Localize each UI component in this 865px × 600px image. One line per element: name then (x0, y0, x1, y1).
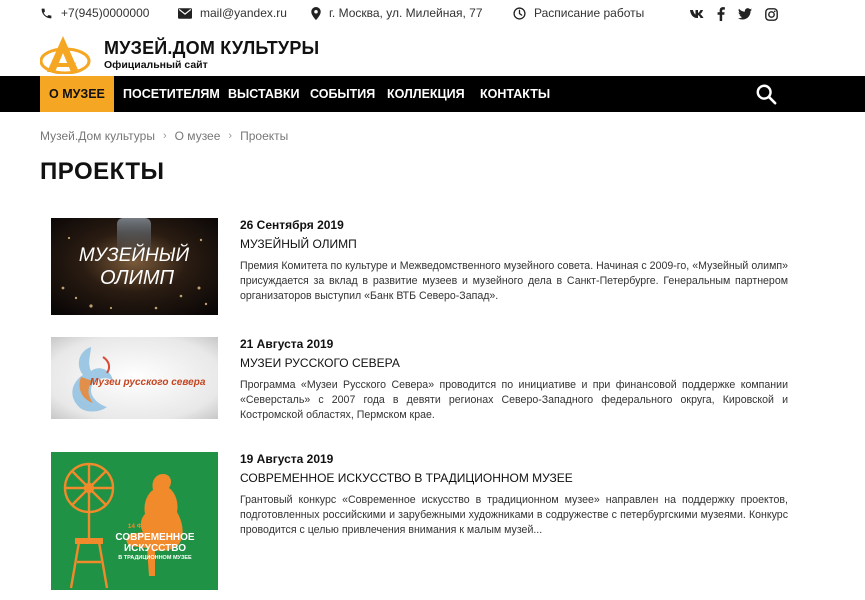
project-title[interactable]: Музеи Русского Севера (240, 356, 400, 370)
project-card: Музеи русского севера 21 Августа 2019 Му… (51, 337, 791, 437)
search-icon[interactable] (755, 83, 777, 105)
project-description: Грантовый конкурс «Современное искусство… (240, 494, 788, 536)
project-description: Премия Комитета по культуре и Межведомст… (240, 260, 788, 302)
address-text: г. Москва, ул. Милейная, 77 (329, 6, 483, 20)
project-title[interactable]: Современное искусство в традиционном муз… (240, 471, 573, 485)
project-image-northern-museums[interactable]: Музеи русского севера (51, 337, 218, 434)
project-title[interactable]: Музейный олимп (240, 237, 357, 251)
project-date: 21 Августа 2019 (240, 337, 334, 351)
email-text: mail@yandex.ru (200, 6, 287, 20)
site-subtitle: Официальный сайт (104, 59, 208, 71)
image-caption: 14 ФЕСТИВАЛЬ (128, 523, 179, 530)
project-image-museum-olympus[interactable]: МУЗЕЙНЫЙ ОЛИМП (51, 218, 218, 315)
logo-icon[interactable] (40, 34, 98, 74)
facebook-icon[interactable] (713, 6, 729, 22)
breadcrumb-about[interactable]: О музее (175, 129, 221, 143)
project-date: 26 Сентября 2019 (240, 218, 344, 232)
phone-text: +7(945)0000000 (61, 6, 150, 20)
contact-bar: +7(945)0000000 mail@yandex.ru г. Москва,… (0, 0, 865, 28)
project-card: МУЗЕЙНЫЙ ОЛИМП 26 Сентября 2019 Музейный… (51, 218, 791, 318)
nav-item-visitors[interactable]: Посетителям (123, 76, 220, 112)
twitter-icon[interactable] (737, 6, 753, 22)
envelope-icon (178, 7, 192, 19)
nav-item-collection[interactable]: Коллекция (387, 76, 465, 112)
image-caption: СОВРЕМЕННОЕ (115, 532, 195, 543)
page-title: ПРОЕКТЫ (40, 158, 165, 185)
image-caption: ИСКУССТВО (124, 543, 186, 554)
image-caption: ОЛИМП (100, 267, 175, 289)
project-description: Программа «Музеи Русского Севера» провод… (240, 379, 788, 421)
nav-item-events[interactable]: События (310, 76, 375, 112)
project-card: 14 ФЕСТИВАЛЬ СОВРЕМЕННОЕ ИСКУССТВО В ТРА… (51, 452, 791, 592)
chevron-right-icon: › (228, 130, 233, 142)
email-contact[interactable]: mail@yandex.ru (178, 6, 287, 20)
chevron-right-icon: › (162, 130, 167, 142)
project-image-contemporary-art[interactable]: 14 ФЕСТИВАЛЬ СОВРЕМЕННОЕ ИСКУССТВО В ТРА… (51, 452, 218, 590)
nav-item-about[interactable]: О музее (40, 76, 114, 112)
nav-item-contacts[interactable]: Контакты (480, 76, 550, 112)
breadcrumb: Музей.Дом культуры › О музее › Проекты (40, 129, 288, 143)
site-title[interactable]: МУЗЕЙ.ДОМ КУЛЬТУРЫ (104, 38, 319, 59)
nav-item-exhibitions[interactable]: Выставки (228, 76, 300, 112)
phone-icon (41, 8, 52, 18)
address-contact: г. Москва, ул. Милейная, 77 (311, 6, 483, 20)
breadcrumb-current: Проекты (240, 129, 289, 143)
schedule-link[interactable]: Расписание работы (513, 6, 644, 20)
image-caption: МУЗЕЙНЫЙ (79, 244, 190, 266)
breadcrumb-home[interactable]: Музей.Дом культуры (40, 129, 155, 143)
phone-contact[interactable]: +7(945)0000000 (40, 6, 149, 20)
map-pin-icon (311, 6, 321, 20)
clock-icon (513, 6, 526, 20)
project-date: 19 Августа 2019 (240, 452, 334, 466)
schedule-text: Расписание работы (534, 6, 645, 20)
image-caption: В ТРАДИЦИОННОМ МУЗЕЕ (118, 555, 192, 561)
instagram-icon[interactable] (763, 6, 779, 22)
main-nav: О музее Посетителям Выставки События Кол… (0, 76, 865, 112)
vk-icon[interactable] (689, 6, 705, 22)
image-caption: Музеи русского севера (90, 377, 206, 388)
